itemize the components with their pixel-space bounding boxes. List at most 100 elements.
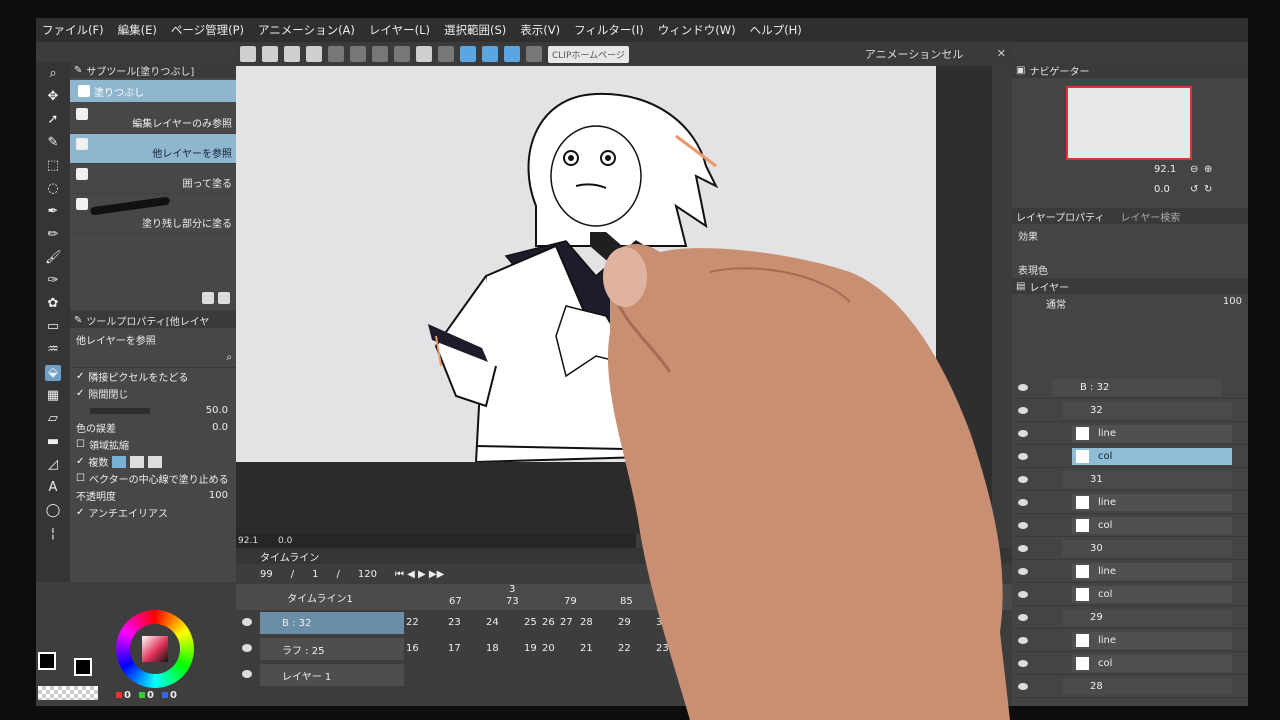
blend-tool-icon[interactable]: ♒ xyxy=(45,342,61,358)
folder-icon[interactable]: 28 xyxy=(1062,678,1232,695)
transparent-color-swatch[interactable] xyxy=(38,686,98,700)
eraser-tool-icon[interactable]: ▭ xyxy=(45,319,61,335)
visibility-eye-icon[interactable] xyxy=(1018,545,1028,552)
transform-icon[interactable] xyxy=(394,46,410,62)
visibility-eye-icon[interactable] xyxy=(1018,660,1028,667)
track-name[interactable]: レイヤー 1 xyxy=(260,664,404,686)
selection-tool-icon[interactable]: ⬚ xyxy=(45,158,61,174)
figure-tool-icon[interactable]: ▱ xyxy=(45,411,61,427)
pen-tool-icon[interactable]: ✒ xyxy=(45,204,61,220)
navigator-zoom-value[interactable]: 92.1 xyxy=(1154,164,1176,175)
search-icon[interactable]: ⌕ xyxy=(226,352,232,363)
option-multiple-reference[interactable]: ✓ 複数 xyxy=(70,453,236,470)
option-antialiasing[interactable]: ✓ アンチエイリアス xyxy=(70,504,236,521)
timeline-selector[interactable]: タイムライン1 xyxy=(236,584,404,610)
pencil-tool-icon[interactable]: ✏ xyxy=(45,227,61,243)
cel-number[interactable]: 23 xyxy=(448,617,461,628)
layer-opacity-value[interactable]: 100 xyxy=(1223,296,1242,307)
cel-number[interactable]: 16 xyxy=(406,643,419,654)
reference-folder-icon[interactable] xyxy=(148,455,163,468)
redo-icon[interactable] xyxy=(350,46,366,62)
cel-number[interactable]: 19 xyxy=(524,643,537,654)
select-icon[interactable] xyxy=(438,46,454,62)
new-file-icon[interactable] xyxy=(262,46,278,62)
frame-tool-icon[interactable]: ▬ xyxy=(45,434,61,450)
visibility-eye-icon[interactable] xyxy=(1018,407,1028,414)
layer-box[interactable]: line xyxy=(1072,563,1232,580)
snap-special-icon[interactable] xyxy=(504,46,520,62)
folder-icon[interactable]: 29 xyxy=(1062,609,1232,626)
layer-row[interactable]: col xyxy=(1012,583,1248,606)
option-vector-center[interactable]: ☐ ベクターの中心線で塗り止める xyxy=(70,470,236,487)
visibility-eye-icon[interactable] xyxy=(1018,591,1028,598)
reference-layer-icon[interactable] xyxy=(130,455,145,468)
folder-icon[interactable]: 31 xyxy=(1062,471,1232,488)
visibility-eye-icon[interactable] xyxy=(1018,453,1028,460)
checkbox-checked[interactable]: ✓ xyxy=(76,507,84,518)
first-frame-icon[interactable]: ⏮ xyxy=(395,569,404,580)
folder-icon[interactable]: 32 xyxy=(1062,402,1232,419)
layer-property-title[interactable]: レイヤープロパティ xyxy=(1016,209,1105,224)
layer-row[interactable]: line xyxy=(1012,629,1248,652)
track-name[interactable]: B : 32 xyxy=(260,612,404,634)
cel-number[interactable]: 22 xyxy=(406,617,419,628)
checkbox-checked[interactable]: ✓ xyxy=(76,371,84,382)
zoom-out-icon[interactable]: ⊖ xyxy=(1190,164,1198,175)
navigator-angle-value[interactable]: 0.0 xyxy=(1154,184,1170,195)
subtool-group-fill[interactable]: 塗りつぶし xyxy=(70,80,236,102)
rotate-icon[interactable]: ↺ xyxy=(1190,184,1198,195)
layer-box[interactable]: col xyxy=(1072,655,1232,672)
checkbox-unchecked[interactable]: ☐ xyxy=(76,473,85,484)
decoration-tool-icon[interactable]: ✿ xyxy=(45,296,61,312)
clip-homepage-button[interactable]: CLIPホームページ xyxy=(548,45,629,63)
save-icon[interactable] xyxy=(306,46,322,62)
layer-row-folder[interactable]: 29 xyxy=(1012,606,1248,629)
layer-row[interactable]: line xyxy=(1012,560,1248,583)
cel-number[interactable]: 30 xyxy=(656,617,669,628)
layer-search-tab[interactable]: レイヤー検索 xyxy=(1121,209,1181,224)
current-frame[interactable]: 99 xyxy=(260,569,273,580)
visibility-eye-icon[interactable] xyxy=(1018,522,1028,529)
menu-filter[interactable]: フィルター(I) xyxy=(574,22,644,38)
visibility-eye-icon[interactable] xyxy=(1018,384,1028,391)
checkbox-checked[interactable]: ✓ xyxy=(76,456,84,467)
reference-all-layers-icon[interactable] xyxy=(112,455,127,468)
rotation-readout[interactable]: 0.0 xyxy=(278,536,292,546)
undo-icon[interactable] xyxy=(328,46,344,62)
layer-box[interactable]: col xyxy=(1072,586,1232,603)
cel-number[interactable]: 17 xyxy=(448,643,461,654)
timeline-track[interactable]: レイヤー 1 xyxy=(236,664,1016,688)
navigator-title[interactable]: ナビゲーター xyxy=(1029,63,1089,78)
visibility-eye-icon[interactable] xyxy=(242,670,252,678)
animation-folder[interactable]: B : 32 xyxy=(1052,379,1222,396)
menu-layer[interactable]: レイヤー(L) xyxy=(369,22,430,38)
subtool-item-edit-layer-only[interactable]: 編集レイヤーのみ参照 xyxy=(70,104,236,134)
layer-row-folder[interactable]: 31 xyxy=(1012,468,1248,491)
layer-row[interactable]: col xyxy=(1012,652,1248,675)
lasso-tool-icon[interactable]: ◌ xyxy=(45,181,61,197)
cel-number[interactable]: 21 xyxy=(580,643,593,654)
fill-icon[interactable] xyxy=(416,46,432,62)
cel-number[interactable]: 27 xyxy=(560,617,573,628)
cel-number[interactable]: 29 xyxy=(618,617,631,628)
line-fix-tool-icon[interactable]: ¦ xyxy=(45,526,61,542)
fill-tool-icon[interactable]: ⬙ xyxy=(45,365,61,381)
layer-box[interactable]: line xyxy=(1072,632,1232,649)
menu-file[interactable]: ファイル(F) xyxy=(42,22,104,38)
next-frame-icon[interactable]: ▶▶ xyxy=(429,569,444,580)
saturation-value-square[interactable] xyxy=(142,636,168,662)
balloon-tool-icon[interactable]: ◯ xyxy=(45,503,61,519)
text-tool-icon[interactable]: A xyxy=(45,480,61,496)
zoom-in-icon[interactable]: ⊕ xyxy=(1204,164,1212,175)
visibility-eye-icon[interactable] xyxy=(1018,499,1028,506)
snap-ruler-icon[interactable] xyxy=(460,46,476,62)
layer-row-anim-folder[interactable]: B : 32 xyxy=(1012,376,1248,399)
cel-number[interactable]: 26 xyxy=(542,617,555,628)
start-frame[interactable]: 1 xyxy=(312,569,318,580)
layer-box[interactable]: line xyxy=(1072,425,1232,442)
zoom-tool-icon[interactable]: ⌕ xyxy=(45,66,61,82)
sub-color-swatch[interactable] xyxy=(74,658,92,676)
gradient-tool-icon[interactable]: ▦ xyxy=(45,388,61,404)
menu-edit[interactable]: 編集(E) xyxy=(118,22,157,38)
layer-row[interactable]: line xyxy=(1012,491,1248,514)
